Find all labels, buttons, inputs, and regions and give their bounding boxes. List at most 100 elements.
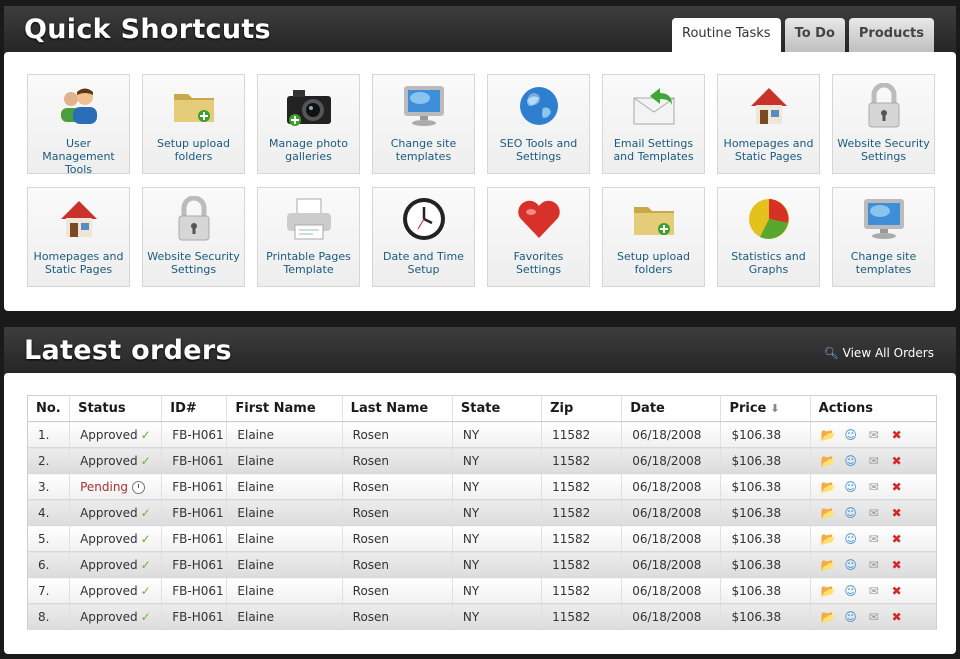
cell-zip: 11582: [541, 473, 623, 500]
shortcut-tile[interactable]: Email Settings and Templates: [602, 74, 705, 174]
shortcut-tile[interactable]: Website Security Settings: [832, 74, 935, 174]
table-row[interactable]: 4. Approved ✓ FB-H061 Elaine Rosen NY 11582 06/1…: [27, 499, 937, 526]
column-header-first-name[interactable]: First Name: [226, 395, 343, 422]
checkmark-icon: ✓: [140, 609, 151, 624]
column-header-date[interactable]: Date: [621, 395, 722, 422]
delete-icon[interactable]: ✖: [890, 532, 904, 546]
cell-price: $106.38: [720, 421, 811, 448]
email-icon[interactable]: ✉: [867, 584, 881, 598]
column-header-id[interactable]: ID#: [161, 395, 228, 422]
email-icon[interactable]: ✉: [867, 506, 881, 520]
cell-status: Approved ✓: [69, 551, 163, 578]
column-header-zip[interactable]: Zip: [541, 395, 623, 422]
shortcut-tile[interactable]: SEO Tools and Settings: [487, 74, 590, 174]
open-folder-icon[interactable]: 📂: [821, 532, 836, 546]
user-icon[interactable]: ☺: [844, 480, 858, 494]
column-header-last-name[interactable]: Last Name: [342, 395, 453, 422]
table-row[interactable]: 5. Approved ✓ FB-H061 Elaine Rosen NY 11582 06/1…: [27, 525, 937, 552]
table-row[interactable]: 3. Pending FB-H061 Elaine Rosen NY 11582 06/18/…: [27, 473, 937, 500]
user-icon[interactable]: ☺: [844, 454, 858, 468]
sort-down-icon[interactable]: ⬇: [770, 402, 779, 415]
cell-date: 06/18/2008: [621, 577, 722, 604]
cell-value: $106.38: [731, 427, 782, 442]
quick-shortcuts-header: Quick Shortcuts Routine Tasks To Do Prod…: [4, 6, 956, 53]
user-icon[interactable]: ☺: [844, 558, 858, 572]
shortcut-tile[interactable]: Change site templates: [372, 74, 475, 174]
shortcut-tile[interactable]: Setup upload folders: [602, 187, 705, 287]
shortcut-tile[interactable]: Change site templates: [832, 187, 935, 287]
cell-value: 06/18/2008: [632, 453, 702, 468]
monitor-icon: [833, 188, 934, 250]
shortcut-tile[interactable]: Setup upload folders: [142, 74, 245, 174]
cell-value: Pending: [80, 479, 129, 494]
table-row[interactable]: 2. Approved ✓ FB-H061 Elaine Rosen NY 11582 06/1…: [27, 447, 937, 474]
column-header-status[interactable]: Status: [69, 395, 163, 422]
email-icon[interactable]: ✉: [867, 454, 881, 468]
cell-value: FB-H061: [172, 453, 224, 468]
cell-price: $106.38: [720, 473, 811, 500]
open-folder-icon[interactable]: 📂: [821, 558, 836, 572]
shortcut-tile[interactable]: Favorites Settings: [487, 187, 590, 287]
table-row[interactable]: 1. Approved ✓ FB-H061 Elaine Rosen NY 11582 06/1…: [27, 421, 937, 448]
shortcut-tile[interactable]: Homepages and Static Pages: [27, 187, 130, 287]
delete-icon[interactable]: ✖: [890, 480, 904, 494]
delete-icon[interactable]: ✖: [890, 610, 904, 624]
delete-icon[interactable]: ✖: [890, 584, 904, 598]
column-header-price[interactable]: Price ⬇: [720, 395, 811, 422]
delete-icon[interactable]: ✖: [890, 558, 904, 572]
shortcut-tile[interactable]: Statistics and Graphs: [717, 187, 820, 287]
delete-icon[interactable]: ✖: [890, 454, 904, 468]
user-icon[interactable]: ☺: [844, 506, 858, 520]
email-icon[interactable]: ✉: [867, 428, 881, 442]
column-header-state[interactable]: State: [452, 395, 543, 422]
email-reply-icon: [603, 75, 704, 137]
cell-value: 06/18/2008: [632, 531, 702, 546]
tab-to-do[interactable]: To Do: [784, 18, 845, 52]
cell-value: NY: [462, 557, 480, 572]
email-icon[interactable]: ✉: [867, 610, 881, 624]
tab-routine-tasks[interactable]: Routine Tasks: [672, 18, 781, 53]
open-folder-icon[interactable]: 📂: [821, 584, 836, 598]
open-folder-icon[interactable]: 📂: [821, 506, 836, 520]
open-folder-icon[interactable]: 📂: [821, 480, 836, 494]
cell-id: FB-H061: [161, 525, 228, 552]
cell-id: FB-H061: [161, 577, 228, 604]
shortcut-tile[interactable]: User Management Tools: [27, 74, 130, 176]
shortcut-tile[interactable]: Website Security Settings: [142, 187, 245, 287]
email-icon[interactable]: ✉: [867, 480, 881, 494]
column-header-no[interactable]: No.: [27, 395, 71, 422]
house-icon: [28, 188, 129, 250]
shortcut-tabs: Routine Tasks To Do Products: [672, 18, 934, 53]
shortcut-tile[interactable]: Printable Pages Template: [257, 187, 360, 287]
shortcut-tile[interactable]: Date and Time Setup: [372, 187, 475, 287]
cell-value: 06/18/2008: [632, 479, 702, 494]
user-icon[interactable]: ☺: [844, 428, 858, 442]
delete-icon[interactable]: ✖: [890, 428, 904, 442]
cell-value: Elaine: [237, 453, 274, 468]
cell-value: NY: [462, 583, 480, 598]
shortcut-tile[interactable]: Manage photo galleries: [257, 74, 360, 174]
user-icon[interactable]: ☺: [844, 584, 858, 598]
shortcut-tile-label: Website Security Settings: [837, 137, 930, 163]
open-folder-icon[interactable]: 📂: [821, 454, 836, 468]
open-folder-icon[interactable]: 📂: [821, 610, 836, 624]
table-row[interactable]: 8. Approved ✓ FB-H061 Elaine Rosen NY 11582 06/1…: [27, 603, 937, 630]
cell-first: Elaine: [226, 499, 343, 526]
open-folder-icon[interactable]: 📂: [821, 428, 836, 442]
email-icon[interactable]: ✉: [867, 558, 881, 572]
tab-products[interactable]: Products: [848, 18, 934, 52]
delete-icon[interactable]: ✖: [890, 506, 904, 520]
table-row[interactable]: 6. Approved ✓ FB-H061 Elaine Rosen NY 11582 06/1…: [27, 551, 937, 578]
shortcut-tile[interactable]: Homepages and Static Pages: [717, 74, 820, 174]
email-icon[interactable]: ✉: [867, 532, 881, 546]
cell-no: 3.: [27, 473, 71, 500]
cell-value: Approved: [80, 557, 138, 572]
column-header-label: Actions: [818, 401, 874, 416]
cell-actions: 📂 ☺ ✉ ✖: [810, 603, 937, 630]
user-icon[interactable]: ☺: [844, 610, 858, 624]
cell-first: Elaine: [226, 603, 343, 630]
user-icon[interactable]: ☺: [844, 532, 858, 546]
view-all-orders-link[interactable]: 🔍︎ View All Orders: [824, 346, 934, 360]
table-row[interactable]: 7. Approved ✓ FB-H061 Elaine Rosen NY 11582 06/1…: [27, 577, 937, 604]
cell-value: 11582: [552, 531, 591, 546]
